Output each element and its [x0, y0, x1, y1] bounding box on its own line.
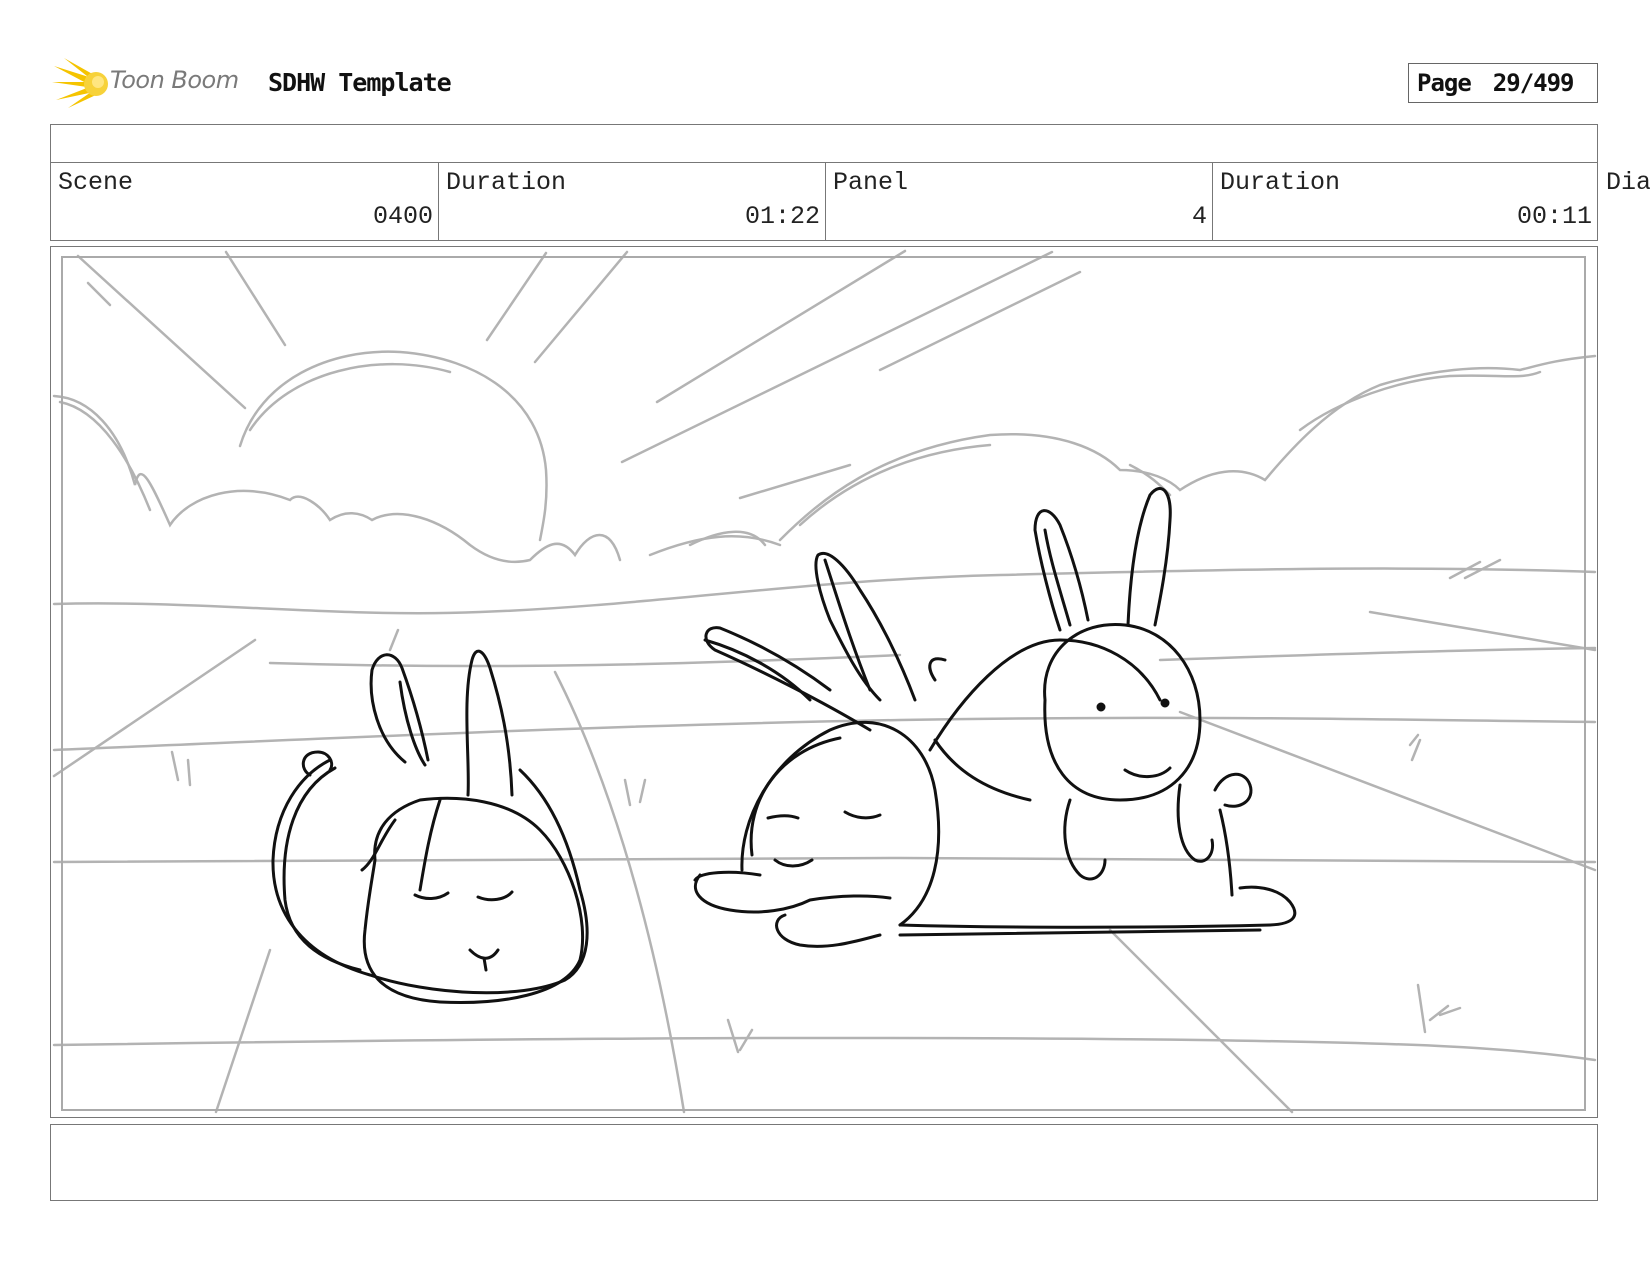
bunny-characters	[271, 487, 1297, 1004]
background-sketch	[52, 249, 1597, 1114]
left-bunny	[271, 649, 589, 1004]
storyboard-sketch	[52, 249, 1597, 1114]
notes-panel	[50, 1124, 1598, 1201]
lying-bunny	[693, 552, 1297, 948]
right-bunny	[1033, 487, 1253, 897]
